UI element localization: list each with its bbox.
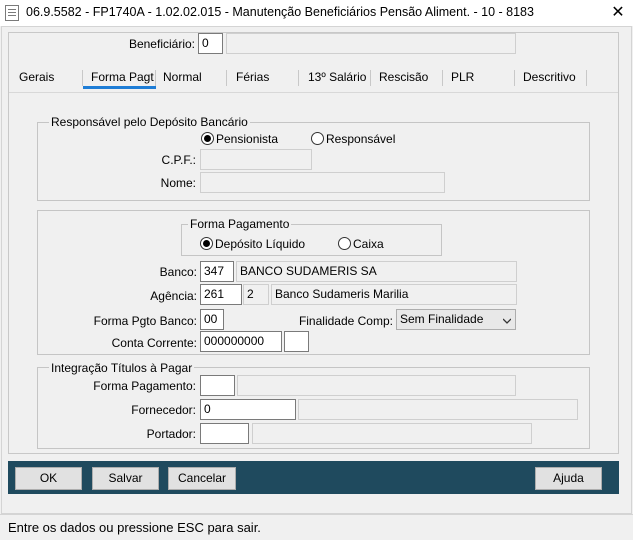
cancelar-button[interactable]: Cancelar — [168, 467, 236, 490]
tab-separator — [82, 70, 83, 86]
cpf-label: C.P.F.: — [161, 153, 196, 167]
tab-separator — [442, 70, 443, 86]
chevron-down-icon — [503, 318, 511, 324]
tab-separator — [370, 70, 371, 86]
integracao-group-title: Integração Títulos à Pagar — [49, 361, 195, 375]
beneficiario-label: Beneficiário: — [128, 37, 195, 51]
radio-deposito-liquido[interactable] — [200, 237, 213, 250]
finalidade-select[interactable]: Sem Finalidade — [396, 309, 516, 330]
nome-field — [200, 172, 445, 193]
portador-input[interactable] — [200, 423, 249, 444]
tab-rescisao[interactable]: Rescisão — [379, 70, 428, 90]
tab-13-salario[interactable]: 13º Salário — [308, 70, 366, 90]
status-bar: Entre os dados ou pressione ESC para sai… — [0, 514, 633, 540]
radio-caixa[interactable] — [338, 237, 351, 250]
tab-separator — [586, 70, 587, 86]
radio-deposito-liquido-label[interactable]: Depósito Líquido — [215, 237, 305, 251]
cpf-field — [200, 149, 312, 170]
banco-code-input[interactable]: 347 — [200, 261, 234, 282]
forma-pgto-banco-label: Forma Pgto Banco: — [93, 314, 197, 328]
forma-pagamento-title: Forma Pagamento — [188, 217, 292, 231]
tab-descritivo[interactable]: Descritivo — [523, 70, 576, 90]
finalidade-label: Finalidade Comp: — [298, 314, 393, 328]
radio-responsavel[interactable] — [311, 132, 324, 145]
tab-separator — [298, 70, 299, 86]
agencia-name-field: Banco Sudameris Marilia — [271, 284, 517, 305]
conta-corrente-label: Conta Corrente: — [111, 336, 197, 350]
tab-plr[interactable]: PLR — [451, 70, 474, 90]
salvar-button[interactable]: Salvar — [92, 467, 159, 490]
fornecedor-label: Fornecedor: — [131, 403, 196, 417]
tab-separator — [514, 70, 515, 86]
tab-gerais[interactable]: Gerais — [19, 70, 54, 90]
conta-digit-input[interactable] — [284, 331, 309, 352]
status-message: Entre os dados ou pressione ESC para sai… — [8, 520, 261, 535]
beneficiario-code-input[interactable]: 0 — [198, 33, 223, 54]
beneficiario-name-field — [226, 33, 516, 54]
radio-pensionista-label[interactable]: Pensionista — [216, 132, 278, 146]
fornecedor-desc-field — [298, 399, 578, 420]
tab-ferias[interactable]: Férias — [236, 70, 269, 90]
portador-label: Portador: — [146, 427, 196, 441]
close-icon[interactable]: ✕ — [604, 2, 632, 24]
window-title: 06.9.5582 - FP1740A - 1.02.02.015 - Manu… — [26, 5, 534, 19]
agencia-code-input[interactable]: 261 — [200, 284, 242, 305]
radio-responsavel-label[interactable]: Responsável — [326, 132, 395, 146]
agencia-label: Agência: — [150, 289, 197, 303]
active-tab-indicator — [83, 86, 156, 89]
tab-normal[interactable]: Normal — [163, 70, 202, 90]
app-icon — [5, 5, 19, 21]
radio-pensionista[interactable] — [201, 132, 214, 145]
responsavel-group-title: Responsável pelo Depósito Bancário — [49, 115, 250, 129]
ok-button[interactable]: OK — [15, 467, 82, 490]
radio-caixa-label[interactable]: Caixa — [353, 237, 384, 251]
tab-separator — [226, 70, 227, 86]
forma-pagamento-label: Forma Pagamento: — [93, 379, 196, 393]
fornecedor-input[interactable]: 0 — [200, 399, 296, 420]
ajuda-button[interactable]: Ajuda — [535, 467, 602, 490]
tab-separator — [155, 70, 156, 86]
forma-pagamento-input[interactable] — [200, 375, 235, 396]
finalidade-selected-value: Sem Finalidade — [400, 312, 484, 326]
title-bar: 06.9.5582 - FP1740A - 1.02.02.015 - Manu… — [0, 0, 633, 26]
forma-pagamento-desc-field — [237, 375, 516, 396]
nome-label: Nome: — [160, 176, 196, 190]
agencia-digit-field: 2 — [243, 284, 269, 305]
forma-pgto-banco-input[interactable]: 00 — [200, 309, 224, 330]
banco-name-field: BANCO SUDAMERIS SA — [236, 261, 517, 282]
portador-desc-field — [252, 423, 532, 444]
conta-corrente-input[interactable]: 000000000 — [200, 331, 282, 352]
banco-label: Banco: — [159, 265, 197, 279]
